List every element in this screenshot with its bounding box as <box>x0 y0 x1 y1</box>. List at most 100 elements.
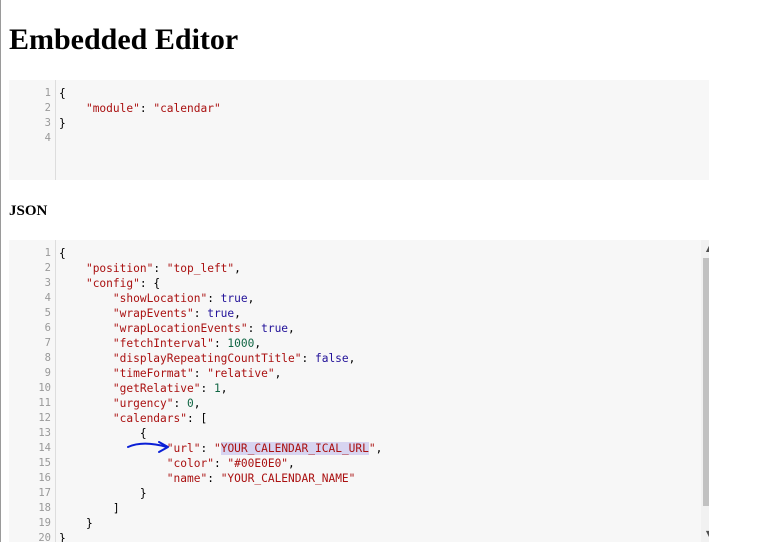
code-token: , <box>348 352 356 365</box>
code-line[interactable]: 17 } <box>9 486 709 501</box>
code-token: "#00E0E0" <box>227 457 289 470</box>
line-number: 20 <box>38 532 51 542</box>
json-code-editor[interactable]: 1{2 "position": "top_left", 3 "config": {… <box>9 240 709 542</box>
line-number: 18 <box>38 502 51 514</box>
code-line[interactable]: 10 "getRelative": 1, <box>9 381 709 396</box>
code-line[interactable]: 7 "fetchInterval": 1000, <box>9 336 709 351</box>
line-number: 8 <box>44 352 51 364</box>
code-token: : <box>247 322 262 335</box>
line-number: 17 <box>38 487 51 499</box>
code-line[interactable]: 9 "timeFormat": "relative", <box>9 366 709 381</box>
code-line[interactable]: 6 "wrapLocationEvents": true, <box>9 321 709 336</box>
code-text: { <box>59 246 66 261</box>
scroll-up-icon[interactable]: ▲ <box>701 240 709 257</box>
code-text: "wrapEvents": true, <box>59 306 241 321</box>
code-token: , <box>220 382 228 395</box>
code-token: : <box>193 307 208 320</box>
line-number: 2 <box>44 262 51 274</box>
code-line[interactable]: 19 } <box>9 516 709 531</box>
code-token: true <box>261 322 289 335</box>
code-token: : <box>200 382 214 395</box>
code-token: "YOUR_CALENDAR_NAME" <box>220 472 356 485</box>
code-line[interactable]: 20} <box>9 531 709 542</box>
code-token: , <box>254 337 262 350</box>
code-token: : <box>213 457 228 470</box>
code-token: "color" <box>166 457 214 470</box>
code-token: "name" <box>166 472 208 485</box>
code-token: ] <box>59 502 120 515</box>
code-line[interactable]: 2 "position": "top_left", <box>9 261 709 276</box>
code-token: { <box>59 87 66 100</box>
code-line[interactable]: 14 "url": "YOUR_CALENDAR_ICAL_URL", <box>9 441 709 456</box>
code-line[interactable]: 15 "color": "#00E0E0", <box>9 456 709 471</box>
code-text: } <box>59 486 147 501</box>
code-token: "module" <box>85 102 140 115</box>
code-line[interactable]: 18 ] <box>9 501 709 516</box>
code-text: "position": "top_left", <box>59 261 241 276</box>
scroll-down-icon[interactable]: ▼ <box>701 525 709 542</box>
code-line[interactable]: 4 <box>9 131 709 146</box>
code-token: } <box>59 487 147 500</box>
code-text: "wrapLocationEvents": true, <box>59 321 295 336</box>
code-line[interactable]: 11 "urgency": 0, <box>9 396 709 411</box>
code-text: } <box>59 516 93 531</box>
code-token: YOUR_CALENDAR_ICAL_URL <box>220 442 369 455</box>
code-text: } <box>59 531 66 542</box>
code-token: "wrapLocationEvents" <box>112 322 248 335</box>
code-line[interactable]: 16 "name": "YOUR_CALENDAR_NAME" <box>9 471 709 486</box>
line-number: 1 <box>44 87 51 99</box>
code-text: "urgency": 0, <box>59 396 201 411</box>
code-text: "displayRepeatingCountTitle": false, <box>59 351 356 366</box>
code-token: { <box>59 247 66 260</box>
line-number: 4 <box>44 132 51 144</box>
code-line[interactable]: 13 { <box>9 426 709 441</box>
scrollbar-thumb[interactable] <box>703 258 709 506</box>
code-token: : [ <box>186 412 208 425</box>
code-line[interactable]: 3} <box>9 116 709 131</box>
code-token: "displayRepeatingCountTitle" <box>112 352 302 365</box>
embedded-code-editor[interactable]: 1{2 "module": "calendar" 3} 4 <box>9 80 709 180</box>
code-line[interactable]: 2 "module": "calendar" <box>9 101 709 116</box>
code-token: "relative" <box>207 367 275 380</box>
code-line[interactable]: 1{ <box>9 86 709 101</box>
code-token: "showLocation" <box>112 292 208 305</box>
line-number: 1 <box>44 247 51 259</box>
code-token: "position" <box>85 262 154 275</box>
code-text: "module": "calendar" <box>59 101 221 116</box>
code-text: "name": "YOUR_CALENDAR_NAME" <box>59 471 356 486</box>
code-line[interactable]: 4 "showLocation": true, <box>9 291 709 306</box>
code-token: , <box>234 307 241 320</box>
line-number: 9 <box>44 367 51 379</box>
code-token: : <box>213 337 228 350</box>
code-token: } <box>59 117 66 130</box>
code-token: , <box>193 397 201 410</box>
code-line[interactable]: 3 "config": { <box>9 276 709 291</box>
line-number: 5 <box>44 307 51 319</box>
code-token: } <box>59 517 93 530</box>
code-token: 0 <box>187 397 194 410</box>
editor-lines: 1{2 "position": "top_left", 3 "config": {… <box>9 246 709 542</box>
code-token: 1 <box>213 382 221 395</box>
code-token: , <box>247 292 255 305</box>
code-token: false <box>314 352 349 365</box>
code-line[interactable]: 5 "wrapEvents": true, <box>9 306 709 321</box>
code-token: , <box>274 367 282 380</box>
code-text: "color": "#00E0E0", <box>59 456 295 471</box>
code-token: : <box>193 367 208 380</box>
code-text: "timeFormat": "relative", <box>59 366 281 381</box>
code-line[interactable]: 12 "calendars": [ <box>9 411 709 426</box>
code-token: : { <box>139 277 161 290</box>
code-token: "fetchInterval" <box>112 337 214 350</box>
code-text: } <box>59 116 66 131</box>
code-line[interactable]: 1{ <box>9 246 709 261</box>
hand-drawn-arrow-icon <box>127 441 169 453</box>
code-line[interactable]: 8 "displayRepeatingCountTitle": false, <box>9 351 709 366</box>
code-token: , <box>234 262 241 275</box>
vertical-scrollbar[interactable]: ▲ ▼ <box>701 240 709 542</box>
